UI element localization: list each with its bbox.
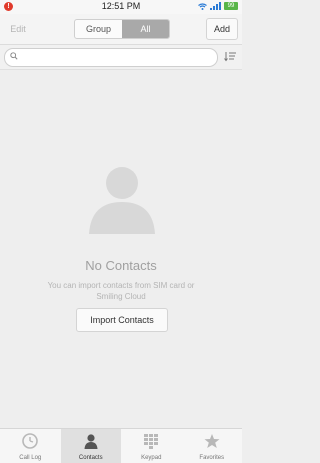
import-contacts-button[interactable]: Import Contacts — [76, 308, 168, 332]
empty-state-hint: You can import contacts from SIM card or… — [47, 281, 195, 301]
tab-call-log[interactable]: Call Log — [0, 429, 61, 463]
tab-all[interactable]: All — [122, 20, 169, 38]
status-bar: ! 12:51 PM 99 — [0, 0, 242, 14]
empty-state-title: No Contacts — [85, 258, 157, 273]
header: Edit Group All Add — [0, 14, 242, 45]
search-icon — [10, 52, 18, 60]
edit-button[interactable]: Edit — [4, 20, 32, 38]
clock-icon — [22, 433, 39, 449]
tab-favorites[interactable]: Favorites — [182, 429, 243, 463]
signal-icon — [210, 2, 221, 10]
group-all-toggle: Group All — [74, 19, 170, 39]
empty-contact-avatar-icon — [89, 167, 155, 234]
tab-label: Favorites — [199, 455, 225, 461]
tab-contacts[interactable]: Contacts — [60, 429, 121, 463]
keypad-icon — [144, 434, 159, 449]
tab-label: Keypad — [141, 455, 162, 461]
battery-icon: 99 — [224, 2, 238, 10]
person-icon — [84, 434, 98, 449]
tab-keypad[interactable]: Keypad — [121, 429, 182, 463]
wifi-icon — [198, 2, 207, 10]
star-icon — [204, 434, 220, 448]
sort-icon[interactable] — [224, 51, 236, 62]
add-button[interactable]: Add — [206, 18, 238, 40]
tab-group[interactable]: Group — [75, 20, 122, 38]
tab-label: Call Log — [19, 455, 42, 461]
search-input[interactable] — [4, 48, 218, 67]
tab-label: Contacts — [78, 455, 103, 461]
search-row — [0, 45, 242, 70]
bottom-tab-bar: Call Log Contacts Keypad Favorites — [0, 428, 242, 463]
